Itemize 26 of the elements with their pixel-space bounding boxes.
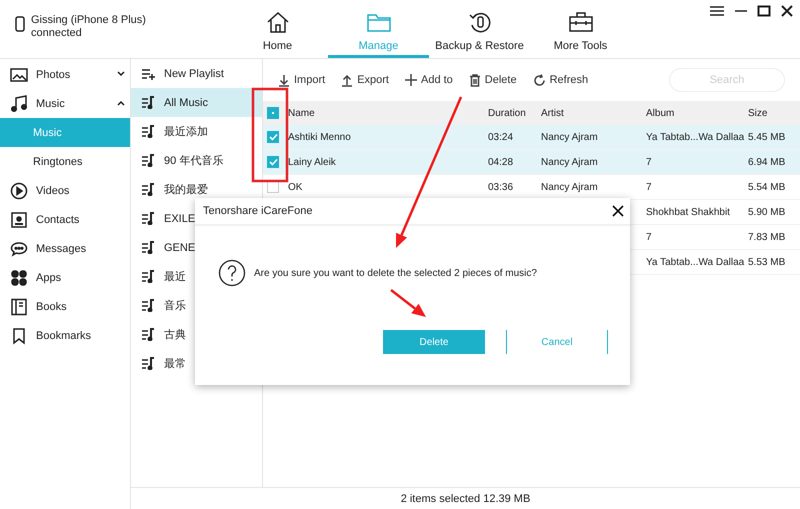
table-cell-text: 03:24 — [488, 132, 514, 142]
device-name: Gissing (iPhone 8 Plus) — [31, 14, 146, 27]
table-cell-text: Nancy Ajram — [541, 132, 599, 142]
table-cell-text: Nancy Ajram — [541, 182, 599, 192]
table-cell-text: 7 — [646, 156, 653, 168]
table-cell-text: 6.94 MB — [748, 156, 786, 168]
table-cell-text: 5.45 MB — [748, 132, 786, 142]
table-cell-text: 5.54 MB — [748, 182, 786, 192]
device-status: connected — [31, 27, 83, 40]
table-cell-text: OK — [288, 182, 304, 192]
table-cell-text: 7.83 MB — [748, 232, 786, 242]
dialog-message: Are you sure you want to delete the selected 2 pieces of music? — [254, 268, 537, 278]
table-cell-text: 03:36 — [488, 182, 514, 192]
table-cell-text: Shokhbat Shakhbit — [646, 206, 731, 218]
table-cell-text: Ya Tabtab...Wa Dallaa — [646, 132, 746, 142]
table-cell-text: 7 — [646, 182, 653, 192]
status-text: 2 items selected 12.39 MB — [400, 492, 530, 504]
dialog-title: Tenorshare iCareFone — [203, 205, 314, 217]
table-cell-text: 5.53 MB — [748, 256, 786, 268]
table-cell-text: Nancy Ajram — [541, 156, 599, 168]
table-cell-text: 5.90 MB — [748, 206, 786, 218]
table-cell-text: Ya Tabtab...Wa Dallaa — [646, 256, 746, 268]
table-cell-text: Ashtiki Menno — [288, 132, 352, 142]
table-cell-text: 7 — [646, 232, 653, 242]
table-cell-text: 04:28 — [488, 156, 514, 168]
table-cell-text: Lainy Aleik — [288, 156, 337, 168]
